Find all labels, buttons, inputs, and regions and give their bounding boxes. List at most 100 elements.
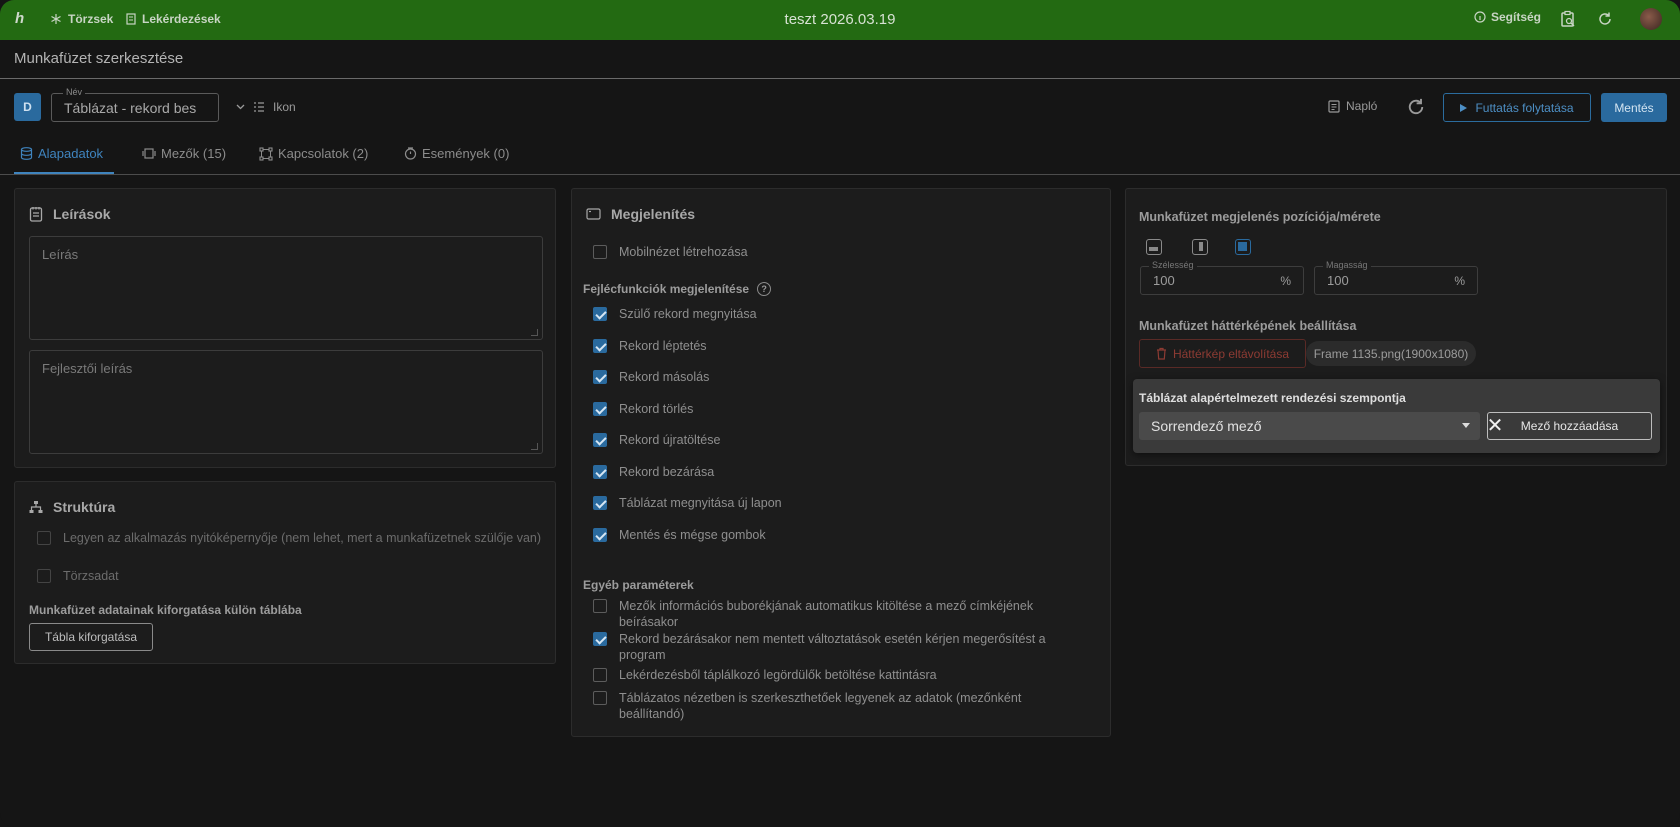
checkbox-box[interactable]: [37, 569, 51, 583]
remove-background-button[interactable]: Háttérkép eltávolítása: [1139, 339, 1306, 368]
checkbox-box[interactable]: [593, 307, 607, 321]
pivot-heading: Munkafüzet adatainak kiforgatása külön t…: [29, 603, 302, 617]
sort-card: Táblázat alapértelmezett rendezési szemp…: [1133, 379, 1660, 453]
tab-esemenyek[interactable]: Események (0): [404, 146, 509, 161]
refresh-icon[interactable]: [1597, 11, 1613, 27]
checkbox-box[interactable]: [593, 632, 607, 646]
mobile-view-checkbox[interactable]: Mobilnézet létrehozása: [593, 244, 748, 260]
background-file-chip[interactable]: Frame 1135.png(1900x1080): [1306, 341, 1476, 366]
checkbox-label: Rekord másolás: [619, 370, 710, 384]
chevron-down-icon: [236, 104, 245, 110]
checkbox-box[interactable]: [593, 496, 607, 510]
name-field[interactable]: Név Táblázat - rekord bes: [51, 87, 219, 122]
description-textarea[interactable]: Leírás: [29, 236, 543, 340]
checkbox-label: Rekord bezárása: [619, 464, 715, 479]
tab-kapcsolatok[interactable]: Kapcsolatok (2): [259, 146, 368, 161]
checkbox-label: Mentés és mégse gombok: [619, 527, 766, 542]
checkbox-box[interactable]: [37, 531, 51, 545]
icon-selector[interactable]: Ikon: [236, 100, 296, 114]
checkbox-box[interactable]: [593, 464, 607, 479]
checkbox-label: Mezők információs buborékjának automatik…: [619, 599, 1034, 629]
sort-select-value: Sorrendező mező: [1151, 418, 1262, 434]
clipboard-search-icon[interactable]: [1559, 10, 1577, 28]
checkbox-box[interactable]: [593, 668, 607, 682]
checkbox-row[interactable]: Rekord másolás: [593, 369, 1063, 385]
master-data-checkbox[interactable]: Törzsadat: [37, 568, 119, 584]
checkbox-box[interactable]: [593, 599, 607, 613]
checkbox-row[interactable]: Rekord törlés: [593, 401, 1063, 417]
resize-handle[interactable]: [531, 443, 538, 450]
checkbox-box[interactable]: [593, 691, 607, 705]
dev-description-textarea[interactable]: Fejlesztői leírás: [29, 350, 543, 454]
trash-icon: [1156, 347, 1166, 360]
save-button[interactable]: Mentés: [1601, 93, 1667, 122]
checkbox-row[interactable]: Szülő rekord megnyitása: [593, 306, 1063, 322]
tab-label: Események (0): [422, 146, 510, 161]
remove-background-label: Háttérkép eltávolítása: [1172, 346, 1290, 361]
width-field[interactable]: Szélesség 100 %: [1140, 260, 1304, 295]
workbook-badge[interactable]: D: [14, 93, 41, 121]
position-right-icon[interactable]: [1192, 239, 1208, 255]
log-label: Napló: [1346, 99, 1378, 113]
checkbox-label: Táblázat megnyitása új lapon: [619, 496, 782, 510]
home-screen-checkbox[interactable]: Legyen az alkalmazás nyitóképernyője (ne…: [37, 530, 547, 546]
dropdown-arrow-icon[interactable]: [1462, 423, 1470, 428]
name-field-label: Név: [63, 87, 86, 97]
run-continue-button[interactable]: Futtatás folytatása: [1443, 93, 1591, 122]
checkbox-row[interactable]: Rekord léptetés: [593, 338, 1063, 354]
checkbox-label: Táblázatos nézetben is szerkeszthetőek l…: [619, 691, 1022, 721]
header-functions-heading: Fejlécfunkciók megjelenítése ?: [583, 282, 772, 296]
checkbox-box[interactable]: [593, 401, 607, 416]
tab-alapadatok[interactable]: Alapadatok: [20, 146, 103, 161]
checkbox-row[interactable]: Rekord bezárása: [593, 464, 1063, 480]
checkbox-row[interactable]: Mentés és mégse gombok: [593, 527, 1063, 543]
notes-icon: [29, 207, 43, 222]
checkbox-row[interactable]: Rekord újratöltése: [593, 432, 1063, 448]
tab-label: Kapcsolatok (2): [278, 146, 369, 161]
checkbox-row[interactable]: Táblázatos nézetben is szerkeszthetőek l…: [593, 690, 1063, 722]
panel-title-label: Leírások: [53, 206, 111, 222]
dev-description-placeholder: Fejlesztői leírás: [42, 361, 133, 376]
add-field-button[interactable]: Mező hozzáadása: [1487, 412, 1652, 440]
checkbox-row[interactable]: Táblázat megnyitása új lapon: [593, 495, 1063, 511]
height-field[interactable]: Magasság 100 %: [1314, 260, 1478, 295]
timer-icon: [404, 147, 417, 160]
panel-title-label: Struktúra: [53, 499, 116, 515]
help-circle-icon: [1474, 11, 1486, 23]
panel-title-label: Megjelenítés: [611, 206, 696, 222]
run-label: Futtatás folytatása: [1475, 100, 1574, 115]
checkbox-box[interactable]: [593, 527, 607, 542]
sort-heading: Táblázat alapértelmezett rendezési szemp…: [1139, 391, 1406, 405]
relations-icon: [259, 146, 273, 161]
checkbox-label: Rekord újratöltése: [619, 433, 721, 447]
reload-icon[interactable]: [1406, 97, 1426, 117]
tab-mezok[interactable]: Mezők (15): [142, 146, 226, 161]
checkbox-box[interactable]: [593, 245, 607, 259]
descriptions-panel: Leírások Leírás Fejlesztői leírás: [14, 188, 556, 468]
structure-title: Struktúra: [29, 499, 115, 515]
checkbox-label: Lekérdezésből táplálkozó legördülők betö…: [619, 668, 937, 682]
structure-panel: Struktúra Legyen az alkalmazás nyitóképe…: [14, 481, 556, 664]
user-avatar[interactable]: [1640, 8, 1662, 30]
checkbox-row[interactable]: Rekord bezárásakor nem mentett változtat…: [593, 631, 1063, 663]
help-icon[interactable]: ?: [757, 282, 772, 296]
descriptions-title: Leírások: [29, 206, 111, 222]
checkbox-box[interactable]: [593, 433, 607, 447]
position-bottom-icon[interactable]: [1146, 239, 1162, 255]
pivot-table-button[interactable]: Tábla kiforgatása: [29, 623, 153, 651]
help-link[interactable]: Segítség: [1474, 10, 1541, 24]
play-icon: [1460, 103, 1468, 112]
height-label: Magasság: [1323, 260, 1371, 270]
checkbox-row[interactable]: Lekérdezésből táplálkozó legördülők betö…: [593, 667, 1063, 683]
checkbox-row[interactable]: Mezők információs buborékjának automatik…: [593, 598, 1063, 630]
checkbox-label: Rekord törlés: [619, 401, 694, 416]
resize-handle[interactable]: [531, 329, 538, 336]
app-window: h Törzsek Lekérdezések teszt 2026.03.19 …: [0, 0, 1680, 827]
log-button[interactable]: Napló: [1328, 99, 1377, 113]
log-icon: [1328, 99, 1340, 113]
checkbox-box[interactable]: [593, 370, 607, 384]
position-full-icon[interactable]: [1235, 239, 1251, 255]
sort-field-select[interactable]: Sorrendező mező: [1139, 412, 1480, 440]
checkbox-box[interactable]: [593, 338, 607, 353]
database-icon: [20, 147, 33, 160]
